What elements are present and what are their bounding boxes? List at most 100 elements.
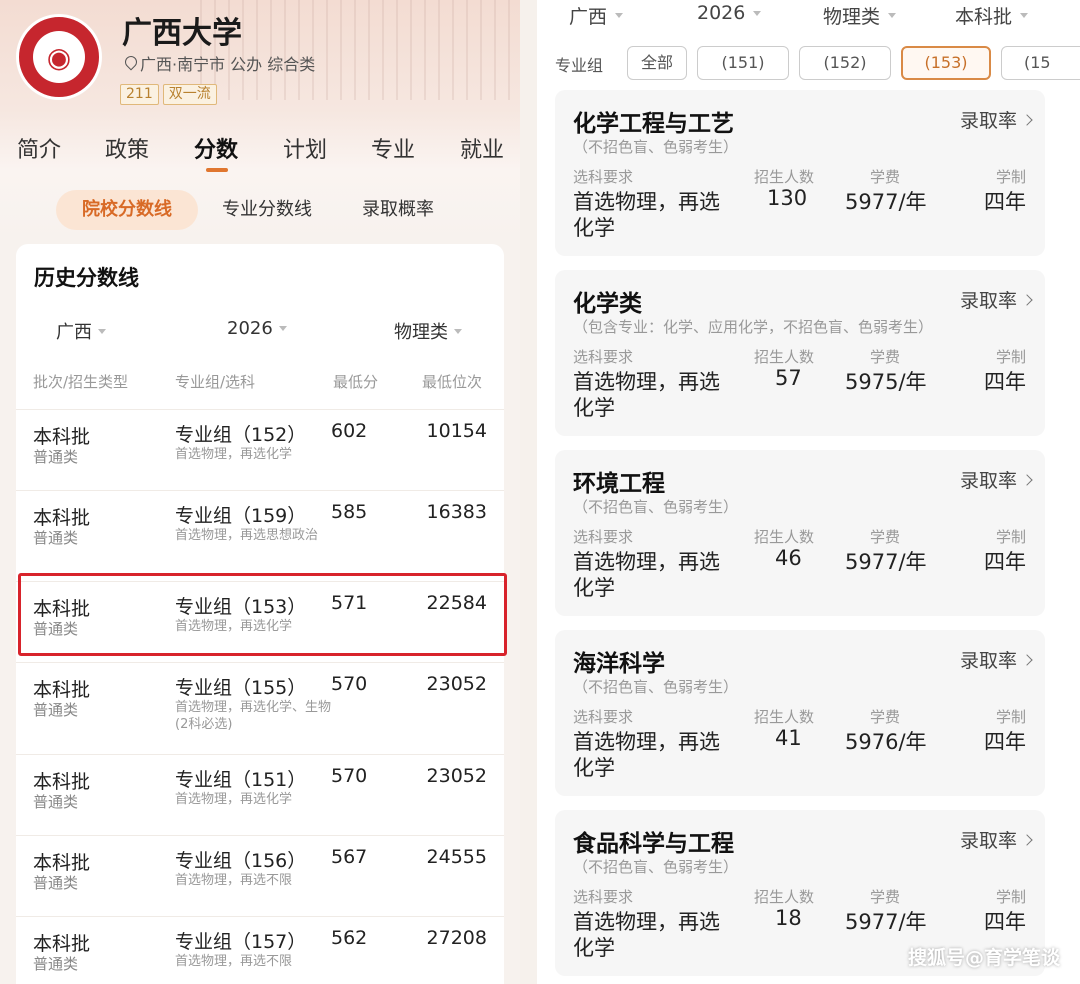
major-note: （包含专业：化学、应用化学，不招色盲、色弱考生）: [573, 318, 934, 336]
admission-rate-label: 录取率: [959, 110, 1017, 132]
row-batch: 本科批: [33, 598, 91, 620]
label-years: 学制: [996, 528, 1027, 546]
university-tags: 211 双一流: [120, 84, 217, 105]
admission-rate-label: 录取率: [959, 650, 1017, 672]
table-row[interactable]: 本科批 普通类 专业组（155） 首选物理，再选化学、生物(2科必选) 570 …: [16, 662, 504, 742]
chip-153[interactable]: (153): [901, 46, 991, 80]
column-header-min-score: 最低分: [333, 373, 379, 391]
row-min-rank: 10154: [426, 420, 487, 442]
subtab-admission-probability[interactable]: 录取概率: [362, 190, 434, 230]
label-requirement: 选科要求: [573, 528, 634, 546]
major-fee: 5976/年: [845, 730, 927, 754]
table-row[interactable]: 本科批 普通类 专业组（151） 首选物理，再选化学 570 23052: [16, 754, 504, 834]
tab-plan[interactable]: 计划: [283, 132, 327, 164]
major-card[interactable]: 化学类 录取率 （包含专业：化学、应用化学，不招色盲、色弱考生） 选科要求 招生…: [555, 270, 1045, 436]
caret-down-icon: [753, 10, 762, 16]
filter-batch[interactable]: 本科批: [955, 2, 1029, 29]
filter-subject-type[interactable]: 物理类: [823, 2, 897, 29]
row-min-score: 570: [331, 765, 368, 787]
chip-15x[interactable]: (15: [1001, 46, 1080, 80]
active-tab-indicator: [206, 168, 228, 172]
major-card[interactable]: 化学工程与工艺 录取率 （不招色盲、色弱考生） 选科要求 招生人数 学费 学制 …: [555, 90, 1045, 256]
major-name: 食品科学与工程: [573, 831, 734, 857]
major-years: 四年: [984, 730, 1026, 754]
major-count: 46: [775, 546, 802, 570]
subtab-school-score-line[interactable]: 院校分数线: [56, 190, 198, 230]
filter-province-label: 广西: [56, 322, 92, 343]
row-group: 专业组（153）: [175, 596, 307, 618]
row-min-rank: 23052: [426, 765, 487, 787]
caret-down-icon: [888, 13, 897, 18]
chevron-right-icon: [1021, 473, 1033, 486]
row-min-score: 585: [331, 501, 368, 523]
label-requirement: 选科要求: [573, 168, 634, 186]
major-count: 18: [775, 906, 802, 930]
tab-majors[interactable]: 专业: [371, 132, 415, 164]
row-group: 专业组（152）: [175, 424, 307, 446]
label-requirement: 选科要求: [573, 888, 634, 906]
tab-policy[interactable]: 政策: [105, 132, 149, 164]
school-detail-panel: ◉ 广西大学 广西·南宁市 公办 综合类 211 双一流 简介 政策 分数 计划…: [0, 0, 520, 984]
subtab-major-score-line[interactable]: 专业分数线: [222, 190, 312, 230]
filter-province[interactable]: 广西: [56, 318, 106, 344]
row-type: 普通类: [33, 701, 79, 719]
row-batch: 本科批: [33, 426, 91, 448]
admission-rate-link[interactable]: 录取率: [959, 646, 1033, 673]
tab-employment[interactable]: 就业: [460, 132, 504, 164]
row-batch: 本科批: [33, 679, 91, 701]
table-row[interactable]: 本科批 普通类 专业组（152） 首选物理，再选化学 602 10154: [16, 409, 504, 489]
row-group: 专业组（156）: [175, 850, 307, 872]
major-card[interactable]: 海洋科学 录取率 （不招色盲、色弱考生） 选科要求 招生人数 学费 学制 首选物…: [555, 630, 1045, 796]
major-fee: 5977/年: [845, 550, 927, 574]
table-row[interactable]: 本科批 普通类 专业组（156） 首选物理，再选不限 567 24555: [16, 835, 504, 915]
chip-152[interactable]: (152): [799, 46, 891, 80]
admission-rate-link[interactable]: 录取率: [959, 106, 1033, 133]
table-row[interactable]: 本科批 普通类 专业组（159） 首选物理，再选思想政治 585 16383: [16, 490, 504, 570]
chip-all[interactable]: 全部: [627, 46, 687, 80]
chip-151[interactable]: (151): [697, 46, 789, 80]
admission-rate-link[interactable]: 录取率: [960, 466, 1033, 493]
watermark: 搜狐号@育学笔谈: [907, 947, 1060, 969]
admission-rate-link[interactable]: 录取率: [960, 286, 1033, 313]
column-header-min-rank: 最低位次: [422, 373, 483, 391]
tab-scores[interactable]: 分数: [194, 132, 238, 164]
tab-intro[interactable]: 简介: [17, 132, 61, 164]
major-years: 四年: [984, 550, 1026, 574]
row-batch: 本科批: [33, 507, 91, 529]
major-name: 化学类: [573, 291, 642, 317]
label-years: 学制: [996, 348, 1027, 366]
table-row[interactable]: 本科批 普通类 专业组（153） 首选物理，再选化学 571 22584: [16, 581, 504, 661]
row-type: 普通类: [33, 620, 79, 638]
row-batch: 本科批: [33, 771, 91, 793]
row-requirement: 首选物理，再选化学: [175, 792, 293, 807]
row-group: 专业组（151）: [175, 769, 307, 791]
major-fee: 5977/年: [845, 190, 927, 214]
header-background: [200, 0, 520, 100]
table-row[interactable]: 本科批 普通类 专业组（157） 首选物理，再选不限 562 27208: [16, 916, 504, 984]
filter-subject-type[interactable]: 物理类: [394, 318, 462, 344]
major-note: （不招色盲、色弱考生）: [573, 858, 739, 876]
label-fee: 学费: [870, 168, 901, 186]
filter-year[interactable]: 2026: [227, 318, 287, 339]
university-logo: ◉: [16, 14, 102, 100]
chevron-right-icon: [1021, 653, 1033, 666]
column-header-batch: 批次/招生类型: [33, 373, 129, 391]
tag-211: 211: [120, 84, 159, 105]
filter-province[interactable]: 广西: [569, 2, 624, 29]
major-count: 41: [775, 726, 802, 750]
row-requirement: 首选物理，再选化学: [175, 619, 293, 634]
row-min-score: 571: [331, 592, 368, 614]
row-type: 普通类: [33, 955, 79, 973]
admission-rate-link[interactable]: 录取率: [960, 826, 1033, 853]
caret-down-icon: [1020, 13, 1029, 18]
group-filter-label: 专业组: [555, 56, 604, 75]
row-requirement: 首选物理，再选不限: [175, 873, 293, 888]
tag-double-first-class: 双一流: [162, 84, 217, 105]
label-count: 招生人数: [754, 708, 815, 726]
caret-down-icon: [615, 13, 624, 18]
major-count: 57: [775, 366, 802, 390]
label-fee: 学费: [870, 708, 901, 726]
row-group: 专业组（159）: [175, 505, 307, 527]
filter-year[interactable]: 2026: [697, 2, 762, 24]
major-card[interactable]: 环境工程 录取率 （不招色盲、色弱考生） 选科要求 招生人数 学费 学制 首选物…: [555, 450, 1045, 616]
